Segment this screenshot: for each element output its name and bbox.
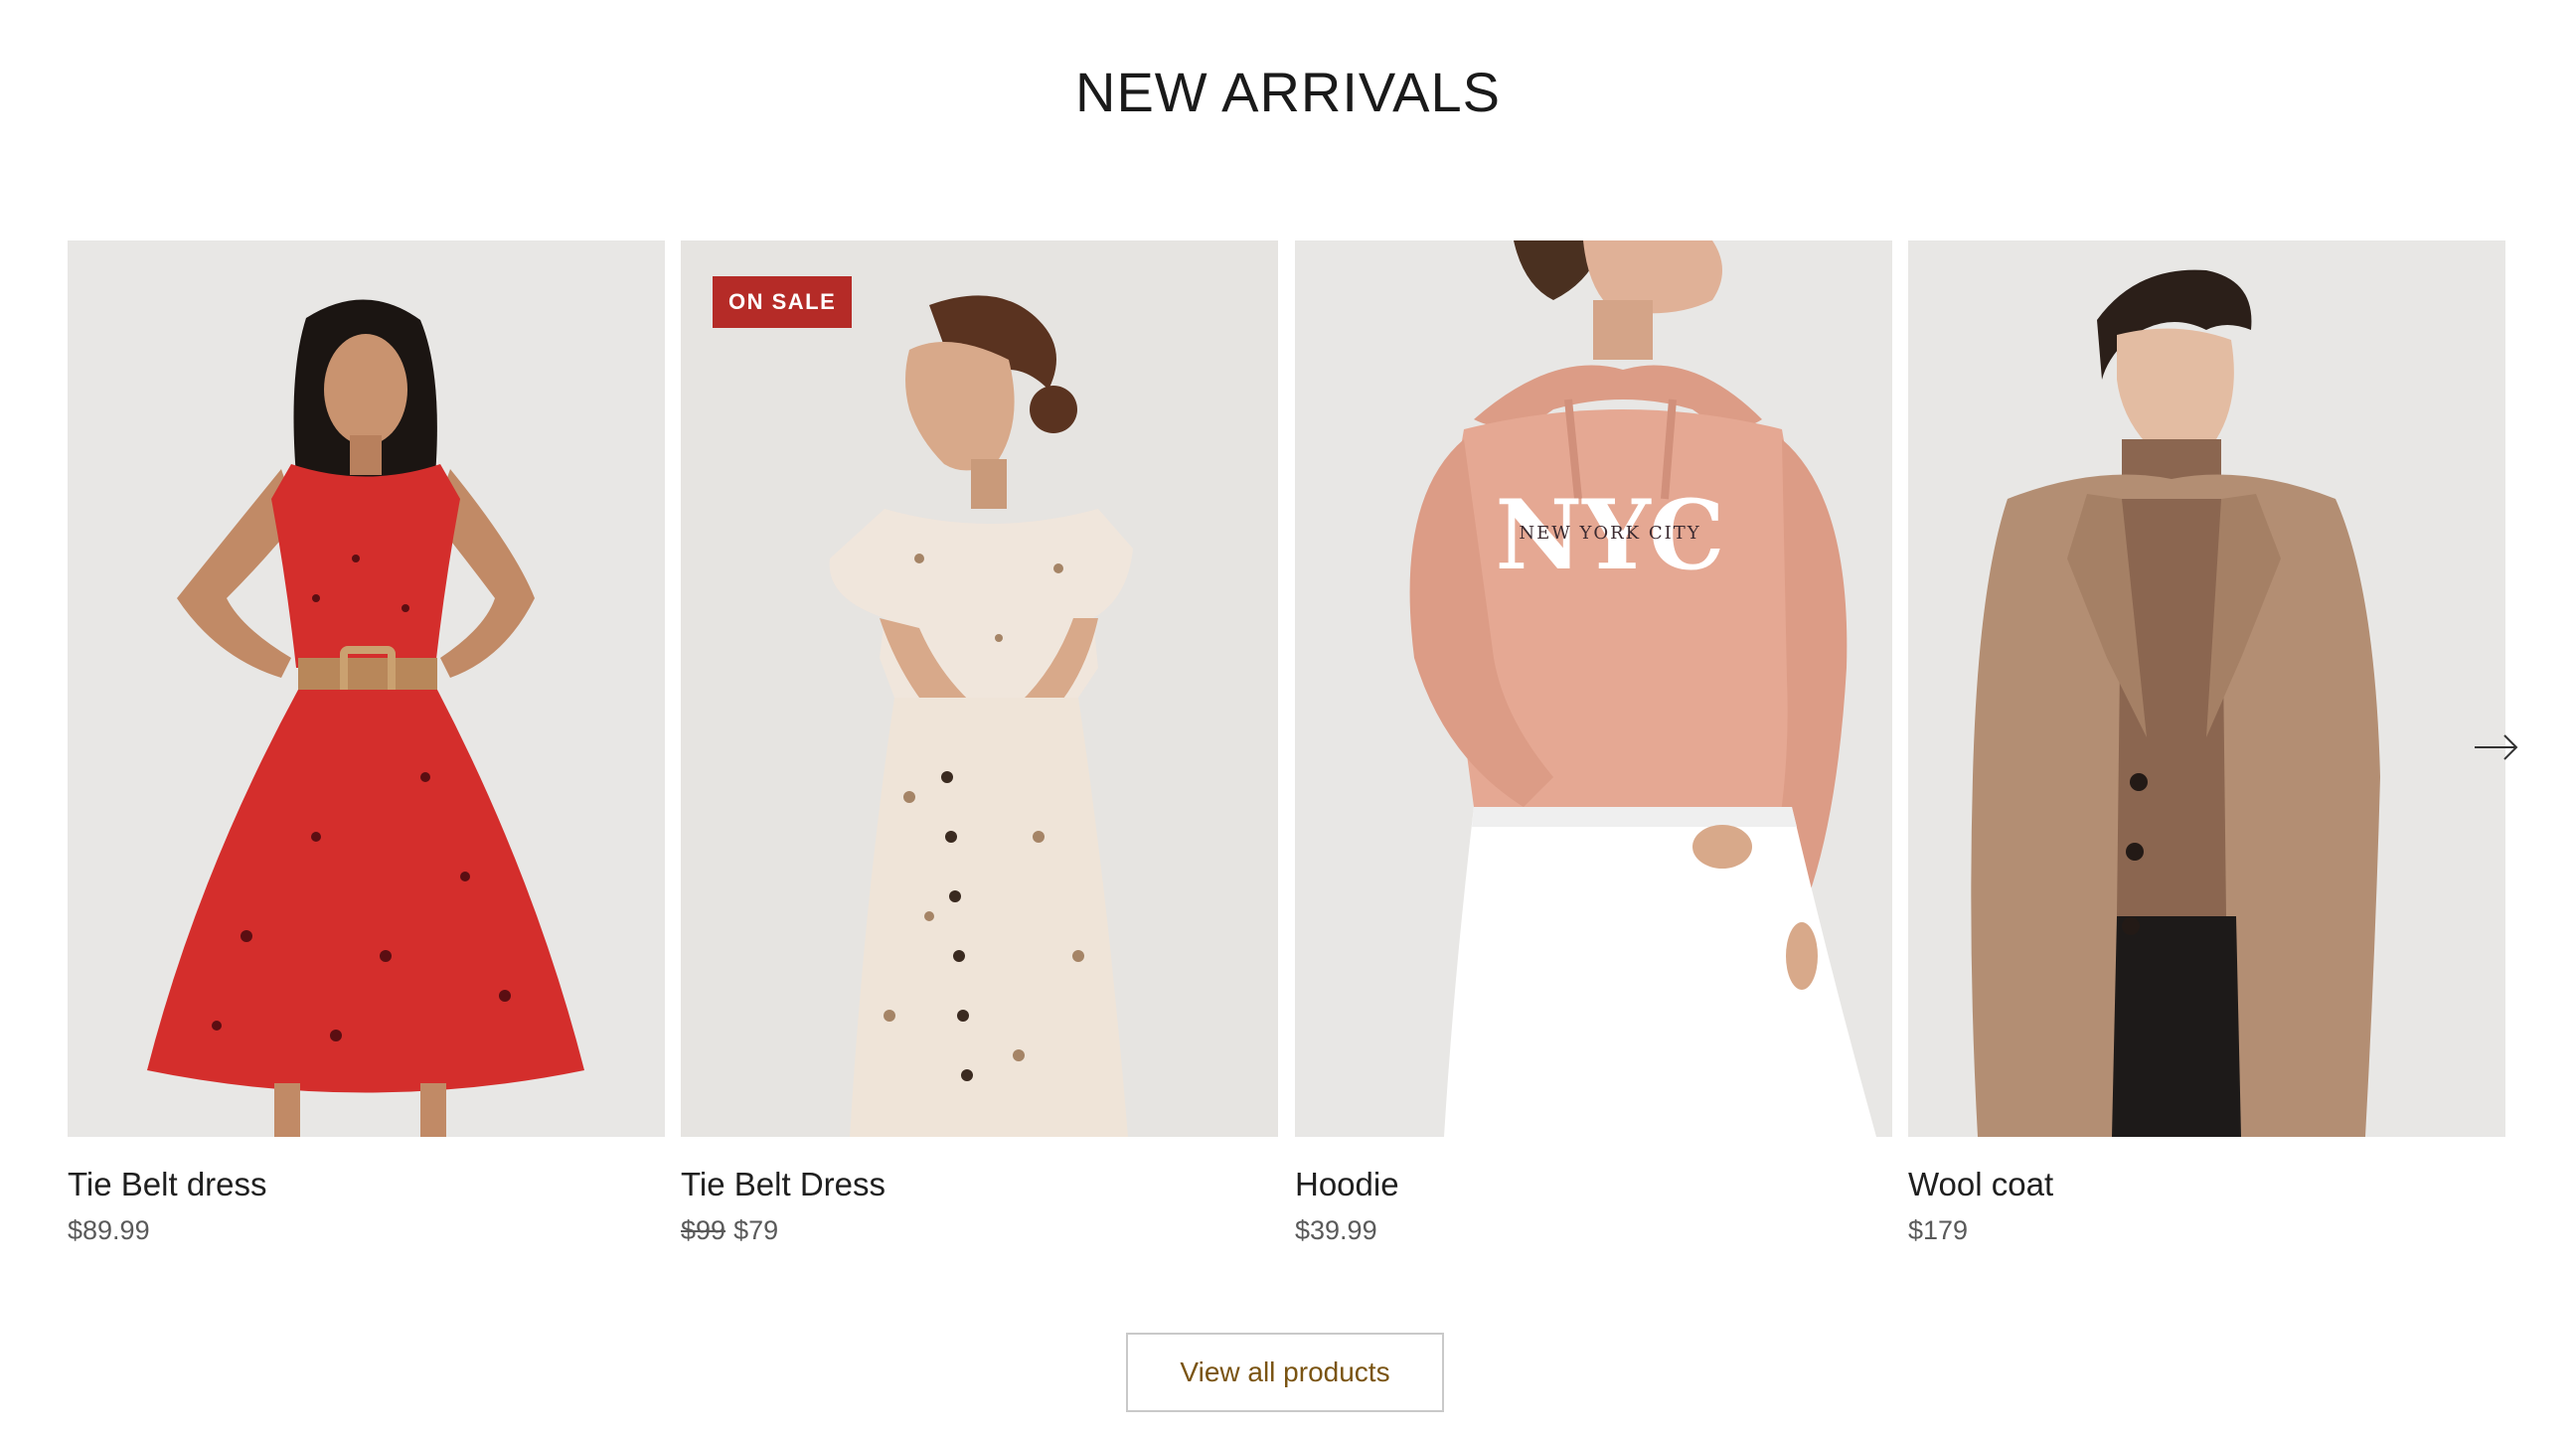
product-image[interactable]: NYC NEW YORK CITY [1295,240,1892,1137]
product-price: $39.99 [1295,1212,1892,1248]
red-dress-photo [147,299,584,1137]
product-name[interactable]: Tie Belt Dress [681,1165,1278,1204]
product-image[interactable] [68,240,665,1137]
on-sale-badge: ON SALE [713,276,853,328]
current-price: $89.99 [68,1215,150,1245]
current-price: $179 [1908,1215,1969,1245]
section-title: NEW ARRIVALS [1075,61,1501,123]
sale-price: $79 [733,1215,779,1245]
wool-coat-photo [1971,269,2380,1137]
product-name[interactable]: Tie Belt dress [68,1165,665,1204]
product-price: $99 $79 [681,1212,1278,1248]
product-price: $89.99 [68,1212,665,1248]
product-card[interactable]: Tie Belt dress $89.99 [68,240,665,1248]
product-image[interactable] [1908,240,2505,1137]
product-price: $179 [1908,1212,2505,1248]
cream-dress-photo [681,240,1278,1137]
arrow-right-icon[interactable] [2473,727,2520,767]
product-name[interactable]: Hoodie [1295,1165,1892,1204]
pink-hoodie-photo: NYC NEW YORK CITY [1409,240,1876,1137]
view-all-products-button[interactable]: View all products [1126,1333,1444,1412]
product-name[interactable]: Wool coat [1908,1165,2505,1204]
product-image[interactable]: ON SALE [681,240,1278,1137]
product-card[interactable]: Wool coat $179 [1908,240,2505,1248]
current-price: $39.99 [1295,1215,1377,1245]
product-grid: Tie Belt dress $89.99 ON SALE Tie Belt D… [68,240,2509,1274]
original-price: $99 [681,1215,726,1245]
product-card[interactable]: NYC NEW YORK CITY Hoodie $39.99 [1295,240,1892,1248]
hoodie-print-city: NEW YORK CITY [1519,523,1700,544]
product-card[interactable]: ON SALE Tie Belt Dress $99 $79 [681,240,1278,1248]
